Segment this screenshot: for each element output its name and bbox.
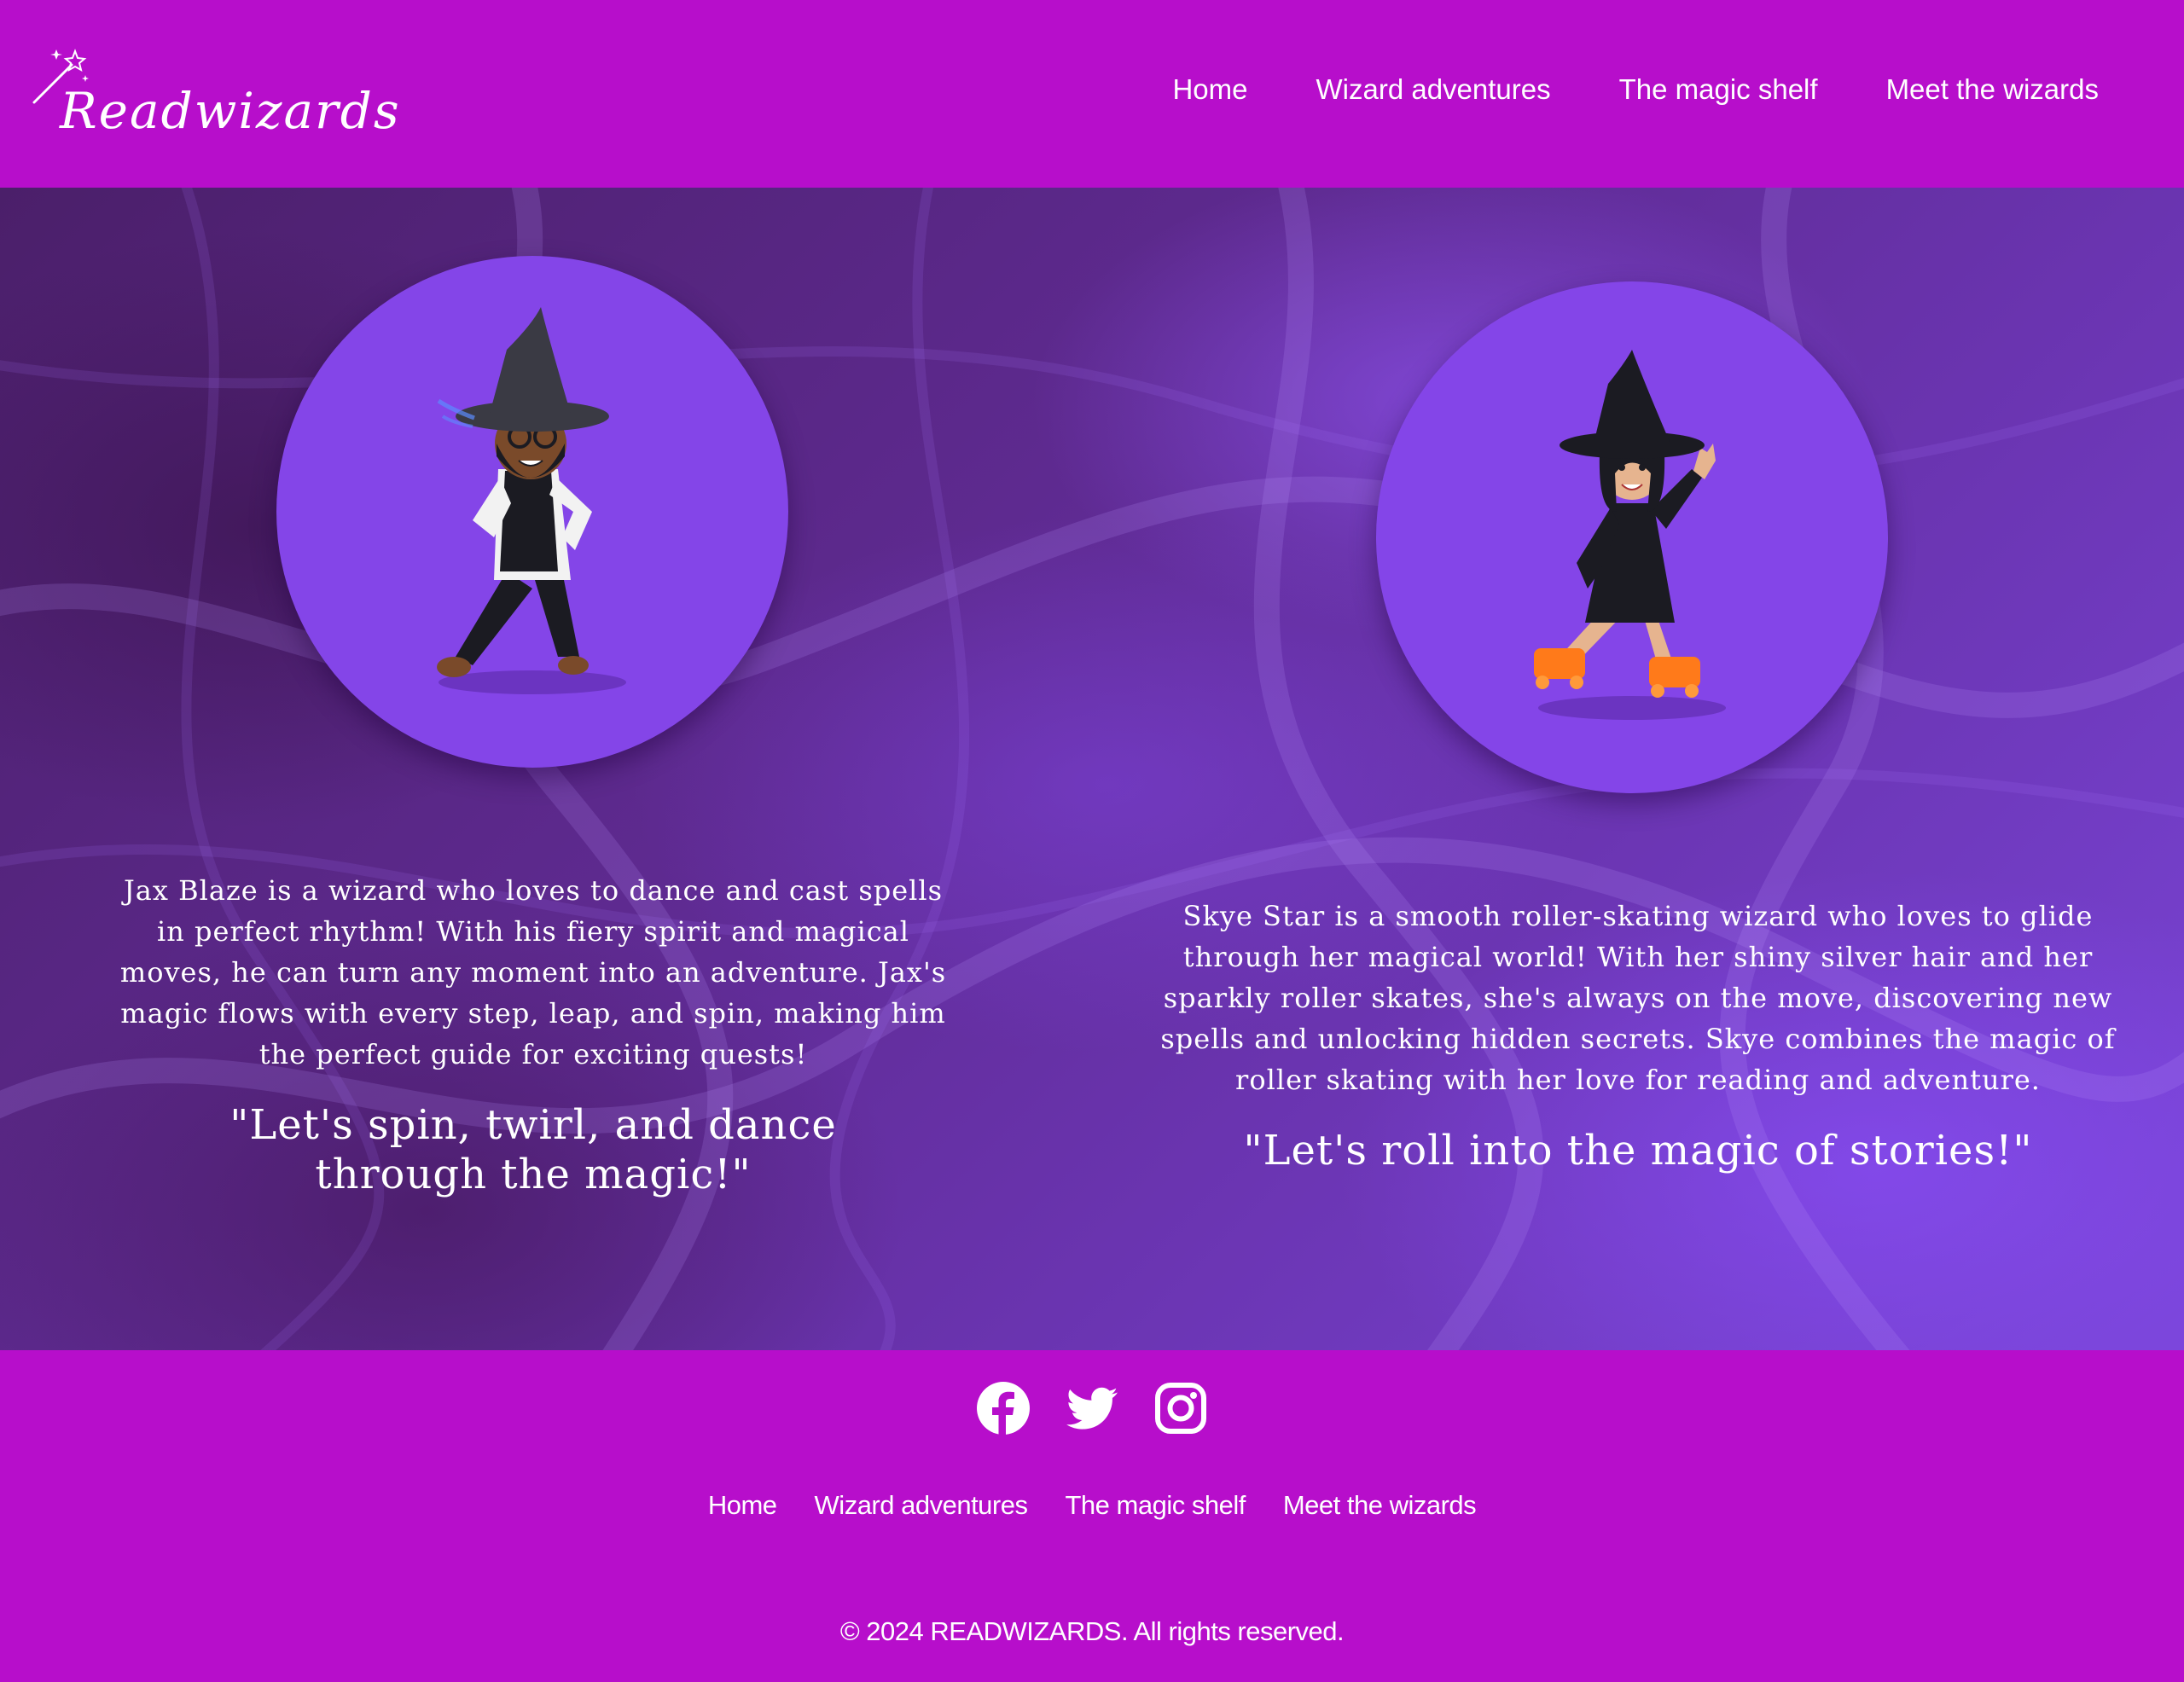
copyright-text: © 2024 READWIZARDS. All rights reserved. — [839, 1616, 1345, 1646]
facebook-icon[interactable] — [976, 1381, 1031, 1436]
wizard-bio-jax: Jax Blaze is a wizard who loves to dance… — [119, 874, 947, 1070]
wizards-section: Jax Blaze is a wizard who loves to dance… — [0, 188, 2184, 1350]
nav-home[interactable]: Home — [1172, 73, 1247, 106]
site-footer: Home Wizard adventures The magic shelf M… — [0, 1350, 2184, 1682]
nav-wizard-adventures[interactable]: Wizard adventures — [1316, 73, 1551, 106]
roller-skating-wizard-illustration — [1534, 350, 1726, 720]
wizard-quote-jax: "Let's spin, twirl, and dance through th… — [229, 1101, 837, 1198]
social-links — [0, 1381, 2184, 1436]
footer-nav-home[interactable]: Home — [708, 1490, 777, 1521]
wizard-avatar-skye — [1376, 281, 1888, 793]
wizard-quote-skye: "Let's roll into the magic of stories!" — [1243, 1127, 2033, 1174]
twitter-icon[interactable] — [1065, 1381, 1119, 1436]
site-header: Readwizards Home Wizard adventures The m… — [0, 0, 2184, 188]
nav-meet-the-wizards[interactable]: Meet the wizards — [1886, 73, 2099, 106]
footer-nav-magic-shelf[interactable]: The magic shelf — [1066, 1490, 1246, 1521]
footer-nav: Home Wizard adventures The magic shelf M… — [0, 1490, 2184, 1521]
dancing-wizard-illustration — [437, 307, 626, 694]
main-nav: Home Wizard adventures The magic shelf M… — [1172, 73, 2099, 106]
logo-text: Readwizards — [60, 82, 401, 140]
nav-magic-shelf[interactable]: The magic shelf — [1619, 73, 1818, 106]
footer-nav-wizard-adventures[interactable]: Wizard adventures — [815, 1490, 1028, 1521]
logo-link[interactable]: Readwizards — [31, 46, 399, 140]
wizard-avatar-jax — [276, 256, 788, 768]
wizard-bio-skye: Skye Star is a smooth roller-skating wiz… — [1160, 900, 2116, 1096]
instagram-icon[interactable] — [1153, 1381, 1208, 1436]
footer-nav-meet-the-wizards[interactable]: Meet the wizards — [1283, 1490, 1477, 1521]
